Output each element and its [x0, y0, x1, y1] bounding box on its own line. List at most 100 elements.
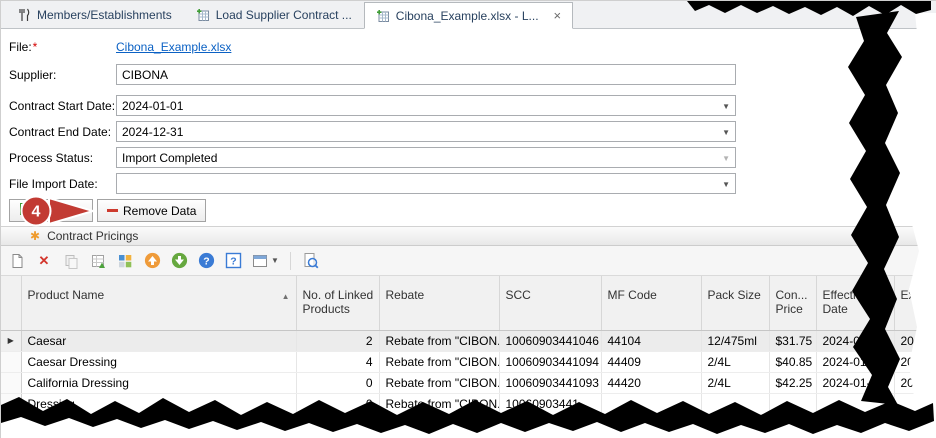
column-header-0[interactable]: Product Name▲	[21, 276, 296, 330]
cell: 2024-01-01	[816, 351, 894, 372]
cell: 44409	[601, 351, 701, 372]
table-row[interactable]: ▶Caesar2Rebate from "CIBON...10060903441…	[1, 330, 936, 351]
cell: Caesar Dressing	[21, 351, 296, 372]
grid-toolbar: ✕ ? ? ▼	[1, 246, 936, 276]
row-selector-header	[1, 276, 21, 330]
row-selector-cell	[1, 351, 21, 372]
table-row[interactable]: California Dressing0Rebate from "CIBON..…	[1, 372, 936, 393]
cell: 20	[894, 372, 936, 393]
cell	[894, 393, 936, 414]
cell: 20	[894, 330, 936, 351]
supplier-input[interactable]	[116, 64, 736, 85]
cell: Rebate from "CIBON...	[379, 330, 499, 351]
contract-form: File:* Cibona_Example.xlsx Supplier: Con…	[1, 29, 936, 194]
layout-options-icon	[251, 252, 269, 270]
tab-cibona-example[interactable]: Cibona_Example.xlsx - L... ×	[364, 2, 573, 29]
utensils-icon	[17, 8, 31, 22]
cell	[701, 393, 769, 414]
end-date-value: 2024-12-31	[122, 125, 183, 139]
spreadsheet-icon	[19, 202, 33, 219]
chevron-down-icon: ▼	[722, 154, 730, 163]
help-icon[interactable]: ?	[197, 252, 215, 270]
column-header-4[interactable]: MF Code	[601, 276, 701, 330]
cell: 20	[894, 351, 936, 372]
tab-label: Cibona_Example.xlsx - L...	[396, 9, 539, 23]
process-status-label: Process Status:	[9, 151, 116, 165]
start-date-label: Contract Start Date:	[9, 99, 116, 113]
column-header-5[interactable]: Pack Size	[701, 276, 769, 330]
column-header-7[interactable]: Effective Date	[816, 276, 894, 330]
chevron-down-icon[interactable]: ▼	[722, 128, 730, 137]
start-date-combobox[interactable]: 2024-01-01 ▼	[116, 95, 736, 116]
import-data-button[interactable]	[9, 199, 93, 222]
column-chooser-icon[interactable]	[116, 252, 134, 270]
cell: Rebate from "CIBON...	[379, 393, 499, 414]
cell	[601, 393, 701, 414]
required-marker: *	[33, 40, 38, 54]
import-excel-icon[interactable]	[89, 252, 107, 270]
new-item-icon[interactable]	[8, 252, 26, 270]
column-header-6[interactable]: Con... Price	[769, 276, 816, 330]
cell: $40.85	[769, 351, 816, 372]
cell: 0	[296, 393, 379, 414]
column-header-2[interactable]: Rebate	[379, 276, 499, 330]
file-label: File:*	[9, 40, 116, 54]
chevron-down-icon[interactable]: ▼	[722, 180, 730, 189]
tab-close-icon[interactable]: ×	[554, 9, 562, 22]
tab-label: Members/Establishments	[37, 8, 172, 22]
svg-text:?: ?	[203, 255, 209, 267]
column-header-8[interactable]: Ex...	[894, 276, 936, 330]
cell: 2/4L	[701, 372, 769, 393]
table-row[interactable]: Caesar Dressing4Rebate from "CIBON...100…	[1, 351, 936, 372]
cell: 2	[296, 330, 379, 351]
cell: 0	[296, 372, 379, 393]
contract-pricings-panel-header: ✱ Contract Pricings	[1, 226, 936, 246]
column-header-3[interactable]: SCC	[499, 276, 601, 330]
cell: 2024-01-01	[816, 330, 894, 351]
remove-data-button[interactable]: Remove Data	[97, 199, 206, 222]
process-status-combobox: Import Completed ▼	[116, 147, 736, 168]
file-import-date-label: File Import Date:	[9, 177, 116, 191]
end-date-label: Contract End Date:	[9, 125, 116, 139]
column-header-1[interactable]: No. of Linked Products	[296, 276, 379, 330]
move-down-icon[interactable]	[170, 252, 188, 270]
preview-icon[interactable]	[302, 252, 320, 270]
cell: 44420	[601, 372, 701, 393]
end-date-combobox[interactable]: 2024-12-31 ▼	[116, 121, 736, 142]
contract-pricing-table: Product Name▲No. of Linked ProductsRebat…	[1, 276, 936, 415]
remove-data-label: Remove Data	[123, 204, 196, 218]
cell: California Dressing	[21, 372, 296, 393]
delete-icon[interactable]: ✕	[35, 252, 53, 270]
process-status-value: Import Completed	[122, 151, 217, 165]
tab-label: Load Supplier Contract ...	[216, 8, 352, 22]
gear-burst-icon: ✱	[30, 230, 40, 242]
move-up-icon[interactable]	[143, 252, 161, 270]
table-row[interactable]: Dressing0Rebate from "CIBON...1006090344…	[1, 393, 936, 414]
copy-icon	[62, 252, 80, 270]
cell: $42.25	[769, 372, 816, 393]
help-contents-icon[interactable]: ?	[224, 252, 242, 270]
document-tab-bar: Members/Establishments Load Supplier Con…	[1, 1, 936, 29]
cell	[816, 393, 894, 414]
file-import-date-combobox[interactable]: ▼	[116, 173, 736, 194]
supplier-label: Supplier:	[9, 68, 116, 82]
tab-members-establishments[interactable]: Members/Establishments	[5, 1, 184, 28]
cell: 10060903441046	[499, 330, 601, 351]
cell: 2024-01-01	[816, 372, 894, 393]
cell: Caesar	[21, 330, 296, 351]
cell: 10060903441...	[499, 393, 601, 414]
spreadsheet-add-icon	[376, 9, 390, 23]
sort-ascending-icon: ▲	[282, 290, 290, 304]
cell: Dressing	[21, 393, 296, 414]
layout-options-button[interactable]: ▼	[251, 252, 279, 270]
panel-title: Contract Pricings	[47, 229, 138, 243]
chevron-down-icon: ▼	[271, 256, 279, 265]
chevron-down-icon[interactable]: ▼	[722, 102, 730, 111]
row-selector-cell	[1, 372, 21, 393]
actions-row: Remove Data 4	[1, 199, 936, 223]
toolbar-separator	[290, 252, 291, 270]
svg-text:?: ?	[230, 255, 236, 267]
file-link[interactable]: Cibona_Example.xlsx	[116, 40, 231, 54]
tab-load-supplier-contract[interactable]: Load Supplier Contract ...	[184, 1, 364, 28]
start-date-value: 2024-01-01	[122, 99, 183, 113]
